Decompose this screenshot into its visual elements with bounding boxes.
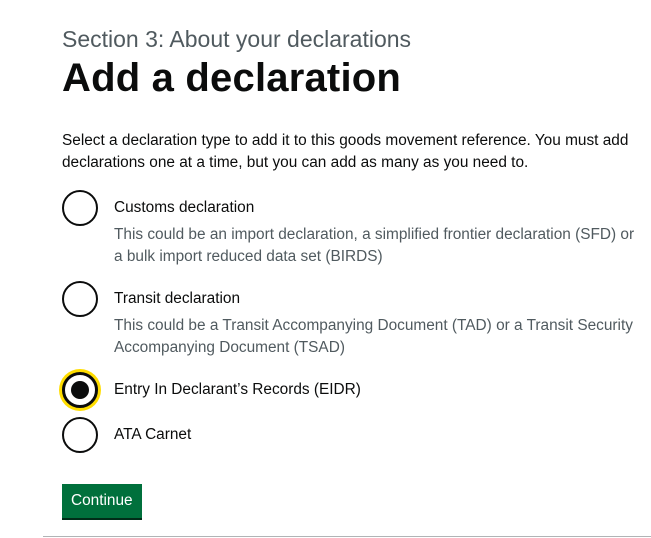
- radio-label-customs-declaration[interactable]: Customs declaration: [114, 197, 254, 219]
- radio-hint-customs-declaration: This could be an import declaration, a s…: [114, 226, 635, 265]
- radio-label-transit-declaration[interactable]: Transit declaration: [114, 288, 240, 310]
- page-title: Add a declaration: [62, 56, 402, 100]
- footer-divider: [43, 536, 651, 537]
- radio-hint-transit-declaration: This could be a Transit Accompanying Doc…: [114, 317, 633, 356]
- radio-ata-carnet[interactable]: [62, 417, 98, 453]
- radio-eidr-selected[interactable]: [62, 372, 98, 408]
- intro-text: Select a declaration type to add it to t…: [62, 132, 629, 171]
- section-caption: Section 3: About your declarations: [62, 26, 412, 52]
- radio-transit-declaration[interactable]: [62, 281, 98, 317]
- radio-label-eidr[interactable]: Entry In Declarant’s Records (EIDR): [114, 379, 361, 401]
- radio-customs-declaration[interactable]: [62, 190, 98, 226]
- radio-label-ata-carnet[interactable]: ATA Carnet: [114, 424, 191, 446]
- continue-button[interactable]: Continue: [62, 484, 142, 518]
